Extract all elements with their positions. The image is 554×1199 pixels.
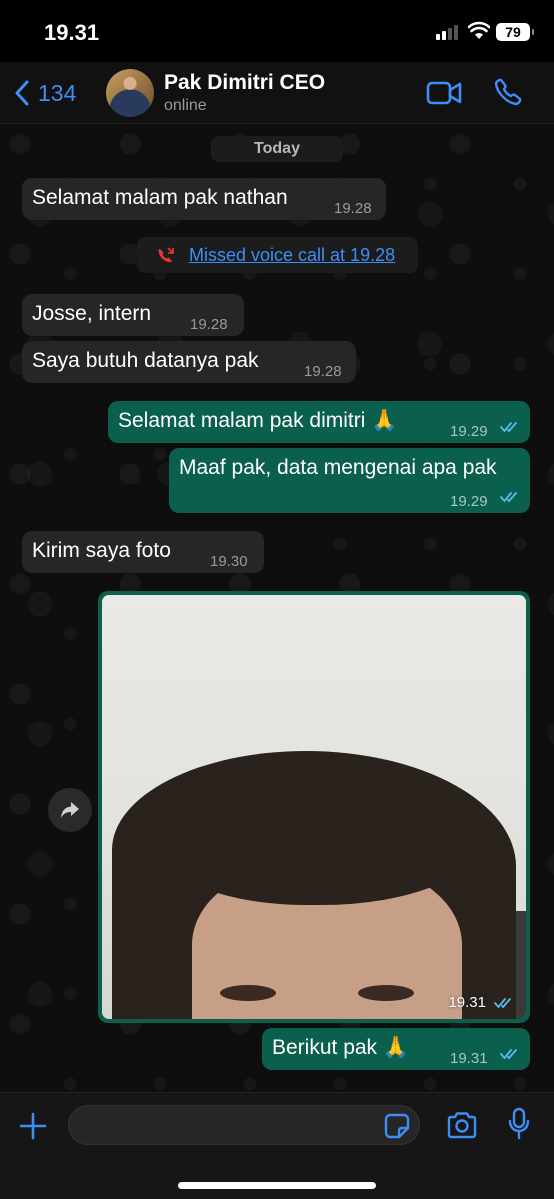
- home-indicator: [178, 1182, 376, 1189]
- message-composer: [0, 1092, 554, 1199]
- phone-icon[interactable]: [494, 78, 522, 106]
- status-time: 19.31: [44, 20, 100, 45]
- photo-message[interactable]: 19.31: [98, 591, 530, 1023]
- missed-call-notice[interactable]: Missed voice call at 19.28: [137, 237, 418, 273]
- contact-status: online: [164, 97, 207, 114]
- sticker-icon[interactable]: [384, 1113, 410, 1139]
- avatar[interactable]: [106, 69, 154, 117]
- message-text: Berikut pak 🙏: [272, 1036, 410, 1059]
- message-bubble-outgoing[interactable]: Berikut pak 🙏 19.31: [262, 1028, 530, 1070]
- message-time: 19.31: [448, 994, 486, 1011]
- read-ticks-icon: [500, 492, 517, 503]
- chevron-left-icon: [15, 80, 29, 106]
- message-bubble-incoming[interactable]: Josse, intern 19.28: [22, 294, 244, 336]
- video-camera-icon[interactable]: [426, 80, 462, 106]
- message-input[interactable]: [68, 1105, 420, 1145]
- microphone-icon[interactable]: [508, 1107, 530, 1141]
- read-ticks-icon: [500, 1049, 517, 1060]
- message-time: 19.29: [450, 423, 488, 440]
- unread-count: 134: [38, 79, 77, 106]
- message-bubble-outgoing[interactable]: Selamat malam pak dimitri 🙏 19.29: [108, 401, 530, 443]
- status-bar: 19.31 79: [0, 0, 554, 62]
- battery-indicator: 79: [496, 23, 534, 41]
- photo-image[interactable]: 19.31: [102, 595, 526, 1019]
- message-bubble-incoming[interactable]: Selamat malam pak nathan 19.28: [22, 178, 386, 220]
- forward-button[interactable]: [48, 788, 92, 832]
- message-bubble-outgoing[interactable]: Maaf pak, data mengenai apa pak 19.29: [169, 448, 530, 513]
- message-bubble-incoming[interactable]: Saya butuh datanya pak 19.28: [22, 341, 356, 383]
- date-separator: Today: [211, 136, 343, 162]
- message-text: Selamat malam pak nathan: [32, 186, 288, 209]
- message-text: Josse, intern: [32, 302, 152, 325]
- chat-header: 134 Pak Dimitri CEO online: [0, 62, 554, 124]
- read-ticks-icon: [500, 422, 517, 433]
- message-time: 19.31: [450, 1050, 488, 1067]
- forward-arrow-icon: [61, 802, 79, 818]
- back-button[interactable]: 134: [14, 76, 76, 110]
- wifi-icon: [468, 21, 490, 39]
- message-time: 19.29: [450, 493, 488, 510]
- message-text: Maaf pak, data mengenai apa pak: [179, 456, 497, 479]
- message-text: Kirim saya foto: [32, 539, 171, 562]
- message-time: 19.30: [210, 553, 248, 570]
- message-time: 19.28: [334, 200, 372, 217]
- signal-icon: [436, 24, 462, 40]
- missed-call-label[interactable]: Missed voice call at 19.28: [189, 245, 395, 266]
- missed-call-icon: [158, 247, 174, 263]
- message-bubble-incoming[interactable]: Kirim saya foto 19.30: [22, 531, 264, 573]
- message-text: Saya butuh datanya pak: [32, 349, 259, 372]
- message-text: Selamat malam pak dimitri 🙏: [118, 409, 398, 432]
- plus-icon[interactable]: [18, 1111, 48, 1141]
- message-time: 19.28: [190, 316, 228, 333]
- read-ticks-icon: [494, 998, 511, 1009]
- camera-icon[interactable]: [446, 1111, 478, 1139]
- message-time: 19.28: [304, 363, 342, 380]
- contact-name[interactable]: Pak Dimitri CEO: [164, 71, 325, 95]
